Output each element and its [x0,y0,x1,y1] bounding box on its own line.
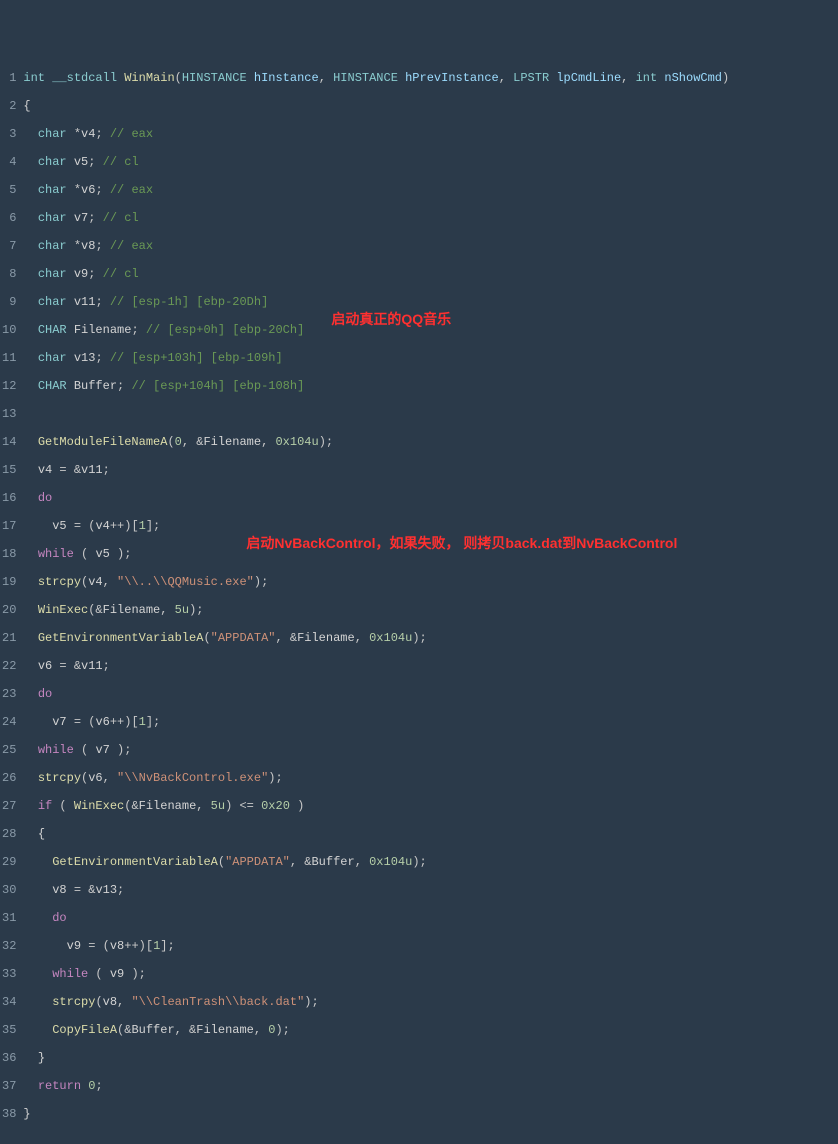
line-number: 31 [2,911,16,925]
code-line[interactable]: } [23,1051,729,1065]
line-number: 24 [2,715,16,729]
code-line[interactable]: char v11; // [esp-1h] [ebp-20Dh] [23,295,729,309]
line-number: 4 [2,155,16,169]
code-line[interactable]: strcpy(v4, "\\..\\QQMusic.exe"); [23,575,729,589]
line-number: 35 [2,1023,16,1037]
annotation-nvbackcontrol: 启动NvBackControl，如果失败， 则拷贝back.dat到NvBack… [246,536,677,550]
line-number: 38 [2,1107,16,1121]
code-line[interactable]: char v5; // cl [23,155,729,169]
line-number: 20 [2,603,16,617]
code-line[interactable]: v4 = &v11; [23,463,729,477]
line-number: 13 [2,407,16,421]
code-line[interactable]: do [23,911,729,925]
code-line[interactable]: char v7; // cl [23,211,729,225]
line-number: 21 [2,631,16,645]
line-number: 11 [2,351,16,365]
line-number: 12 [2,379,16,393]
code-line[interactable]: char v9; // cl [23,267,729,281]
line-number: 15 [2,463,16,477]
code-line[interactable]: return 0; [23,1079,729,1093]
code-line[interactable]: v5 = (v4++)[1]; [23,519,729,533]
code-line[interactable]: v9 = (v8++)[1]; [23,939,729,953]
code-line[interactable]: char *v8; // eax [23,239,729,253]
line-number: 7 [2,239,16,253]
line-number: 30 [2,883,16,897]
code-line[interactable]: v8 = &v13; [23,883,729,897]
line-number: 29 [2,855,16,869]
line-number-gutter: 1 2 3 4 5 6 7 8 9 10 11 12 13 14 15 16 1… [0,56,21,1144]
code-editor[interactable]: 1 2 3 4 5 6 7 8 9 10 11 12 13 14 15 16 1… [0,56,838,1144]
line-number: 37 [2,1079,16,1093]
code-line[interactable]: GetModuleFileNameA(0, &Filename, 0x104u)… [23,435,729,449]
code-line[interactable]: char *v4; // eax [23,127,729,141]
line-number: 14 [2,435,16,449]
line-number: 32 [2,939,16,953]
code-line[interactable]: do [23,687,729,701]
line-number: 19 [2,575,16,589]
line-number: 28 [2,827,16,841]
line-number: 22 [2,659,16,673]
code-line[interactable]: CopyFileA(&Buffer, &Filename, 0); [23,1023,729,1037]
line-number: 36 [2,1051,16,1065]
line-number: 18 [2,547,16,561]
code-area[interactable]: int __stdcall WinMain(HINSTANCE hInstanc… [21,56,729,1144]
code-line[interactable]: int __stdcall WinMain(HINSTANCE hInstanc… [23,71,729,85]
code-line[interactable]: { [23,827,729,841]
code-line[interactable]: do [23,491,729,505]
code-line[interactable]: while ( v7 ); [23,743,729,757]
code-line[interactable]: v7 = (v6++)[1]; [23,715,729,729]
code-line[interactable]: WinExec(&Filename, 5u); [23,603,729,617]
line-number: 10 [2,323,16,337]
code-line[interactable]: CHAR Buffer; // [esp+104h] [ebp-108h] [23,379,729,393]
line-number: 9 [2,295,16,309]
code-line[interactable]: if ( WinExec(&Filename, 5u) <= 0x20 ) [23,799,729,813]
code-line[interactable]: v6 = &v11; [23,659,729,673]
code-line[interactable]: char *v6; // eax [23,183,729,197]
line-number: 1 [2,71,16,85]
line-number: 27 [2,799,16,813]
line-number: 25 [2,743,16,757]
line-number: 23 [2,687,16,701]
line-number: 17 [2,519,16,533]
code-line[interactable] [23,407,729,421]
code-line[interactable]: strcpy(v8, "\\CleanTrash\\back.dat"); [23,995,729,1009]
code-line[interactable]: char v13; // [esp+103h] [ebp-109h] [23,351,729,365]
line-number: 26 [2,771,16,785]
line-number: 5 [2,183,16,197]
line-number: 6 [2,211,16,225]
line-number: 8 [2,267,16,281]
code-line[interactable]: while ( v9 ); [23,967,729,981]
line-number: 3 [2,127,16,141]
line-number: 16 [2,491,16,505]
code-line[interactable]: { [23,99,729,113]
code-line[interactable]: strcpy(v6, "\\NvBackControl.exe"); [23,771,729,785]
line-number: 33 [2,967,16,981]
line-number: 34 [2,995,16,1009]
annotation-qqmusic: 启动真正的QQ音乐 [331,312,451,326]
code-line[interactable]: GetEnvironmentVariableA("APPDATA", &File… [23,631,729,645]
code-line[interactable]: GetEnvironmentVariableA("APPDATA", &Buff… [23,855,729,869]
line-number: 2 [2,99,16,113]
code-line[interactable]: } [23,1107,729,1121]
